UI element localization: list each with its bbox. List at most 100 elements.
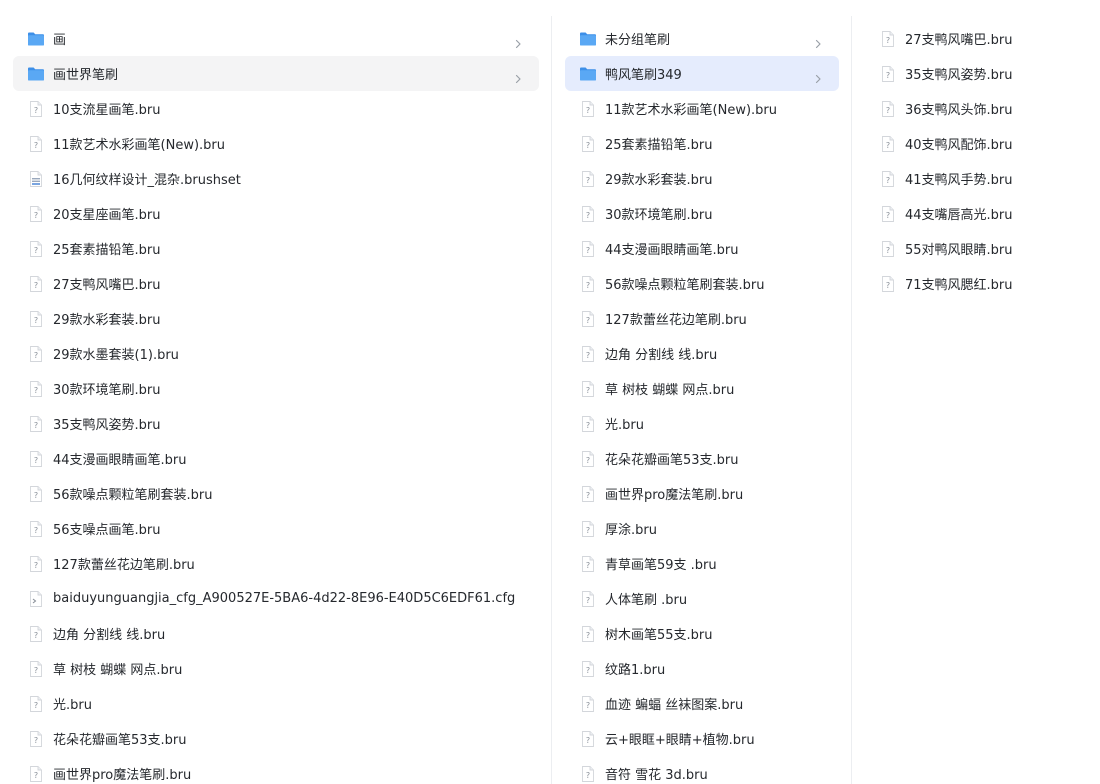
item-label: 纹路1.bru [605, 663, 666, 678]
file-item[interactable]: ? 20支星座画笔.bru [13, 196, 539, 231]
folder-item[interactable]: 未分组笔刷 [565, 21, 839, 56]
item-label: 27支鸭风嘴巴.bru [53, 278, 161, 293]
file-item[interactable]: ? 44支嘴唇高光.bru [865, 196, 1092, 231]
unknown-file-icon: ? [27, 205, 45, 223]
file-item[interactable]: ? 血迹 蝙蝠 丝袜图案.bru [565, 686, 839, 721]
file-item[interactable]: ? 29款水彩套装.bru [565, 161, 839, 196]
svg-text:?: ? [586, 281, 590, 290]
svg-text:?: ? [586, 176, 590, 185]
item-label: 27支鸭风嘴巴.bru [905, 33, 1013, 48]
svg-text:?: ? [586, 771, 590, 780]
file-item[interactable]: ? 40支鸭风配饰.bru [865, 126, 1092, 161]
file-item[interactable]: ? 光.bru [13, 686, 539, 721]
unknown-file-icon: ? [579, 730, 597, 748]
item-label: 画世界pro魔法笔刷.bru [53, 768, 192, 783]
item-label: 花朵花瓣画笔53支.bru [605, 453, 739, 468]
unknown-file-icon: ? [27, 100, 45, 118]
file-item[interactable]: ? 边角 分割线 线.bru [13, 616, 539, 651]
svg-text:?: ? [34, 281, 38, 290]
svg-text:?: ? [586, 456, 590, 465]
unknown-file-icon: ? [879, 30, 897, 48]
file-item[interactable]: ? 56款噪点颗粒笔刷套装.bru [13, 476, 539, 511]
file-item[interactable]: ? 71支鸭风腮红.bru [865, 266, 1092, 301]
unknown-file-icon: ? [579, 415, 597, 433]
unknown-file-icon: ? [27, 555, 45, 573]
file-item[interactable]: ? 35支鸭风姿势.bru [13, 406, 539, 441]
file-item[interactable]: ? 纹路1.bru [565, 651, 839, 686]
unknown-file-icon: ? [27, 275, 45, 293]
file-item[interactable]: ? 35支鸭风姿势.bru [865, 56, 1092, 91]
svg-text:?: ? [586, 561, 590, 570]
file-item[interactable]: ? 127款蕾丝花边笔刷.bru [565, 301, 839, 336]
file-item[interactable]: ? 44支漫画眼睛画笔.bru [565, 231, 839, 266]
file-item[interactable]: ? 25套素描铅笔.bru [13, 231, 539, 266]
column-1[interactable]: 画画世界笔刷? 10支流星画笔.bru? 11款艺术水彩画笔(New).bru 16几… [0, 0, 551, 784]
chevron-right-icon[interactable] [813, 34, 823, 48]
chevron-right-icon[interactable] [513, 34, 523, 48]
item-label: 127款蕾丝花边笔刷.bru [605, 313, 747, 328]
item-label: 41支鸭风手势.bru [905, 173, 1013, 188]
file-item[interactable]: ? 127款蕾丝花边笔刷.bru [13, 546, 539, 581]
file-item[interactable]: ? 41支鸭风手势.bru [865, 161, 1092, 196]
file-item[interactable]: ? 11款艺术水彩画笔(New).bru [565, 91, 839, 126]
file-item[interactable]: ? 厚涂.bru [565, 511, 839, 546]
svg-text:?: ? [886, 106, 890, 115]
unknown-file-icon: ? [27, 380, 45, 398]
file-item[interactable]: ? 44支漫画眼睛画笔.bru [13, 441, 539, 476]
chevron-right-icon[interactable] [513, 69, 523, 83]
file-item[interactable]: ? 花朵花瓣画笔53支.bru [13, 721, 539, 756]
file-item[interactable]: ? 音符 雪花 3d.bru [565, 756, 839, 784]
folder-item[interactable]: 画 [13, 21, 539, 56]
unknown-file-icon: ? [879, 275, 897, 293]
file-item[interactable]: ? 55对鸭风眼睛.bru [865, 231, 1092, 266]
file-item[interactable]: ? 边角 分割线 线.bru [565, 336, 839, 371]
unknown-file-icon: ? [879, 135, 897, 153]
file-item[interactable]: ? 青草画笔59支 .bru [565, 546, 839, 581]
item-label: 光.bru [53, 698, 92, 713]
item-label: 画 [53, 33, 67, 48]
file-item[interactable]: ? 草 树枝 蝴蝶 网点.bru [565, 371, 839, 406]
file-item[interactable]: ? 画世界pro魔法笔刷.bru [565, 476, 839, 511]
folder-item[interactable]: 鸭风笔刷349 [565, 56, 839, 91]
file-item[interactable]: baiduyunguangjia_cfg_A900527E-5BA6-4d22-… [13, 581, 539, 616]
file-item[interactable]: 16几何纹样设计_混杂.brushset [13, 161, 539, 196]
unknown-file-icon: ? [27, 450, 45, 468]
file-item[interactable]: ? 树木画笔55支.bru [565, 616, 839, 651]
file-item[interactable]: ? 29款水彩套装.bru [13, 301, 539, 336]
column-1-list: 画画世界笔刷? 10支流星画笔.bru? 11款艺术水彩画笔(New).bru 16几… [13, 21, 539, 784]
svg-text:?: ? [34, 106, 38, 115]
file-item[interactable]: ? 画世界pro魔法笔刷.bru [13, 756, 539, 784]
unknown-file-icon: ? [579, 205, 597, 223]
svg-text:?: ? [586, 211, 590, 220]
file-item[interactable]: ? 人体笔刷 .bru [565, 581, 839, 616]
file-item[interactable]: ? 56支噪点画笔.bru [13, 511, 539, 546]
file-item[interactable]: ? 56款噪点颗粒笔刷套装.bru [565, 266, 839, 301]
svg-text:?: ? [886, 211, 890, 220]
svg-text:?: ? [586, 491, 590, 500]
chevron-right-icon[interactable] [813, 69, 823, 83]
file-item[interactable]: ? 27支鸭风嘴巴.bru [865, 21, 1092, 56]
file-item[interactable]: ? 27支鸭风嘴巴.bru [13, 266, 539, 301]
item-label: 127款蕾丝花边笔刷.bru [53, 558, 195, 573]
file-item[interactable]: ? 30款环境笔刷.bru [565, 196, 839, 231]
file-item[interactable]: ? 云+眼眶+眼睛+植物.bru [565, 721, 839, 756]
file-item[interactable]: ? 花朵花瓣画笔53支.bru [565, 441, 839, 476]
file-item[interactable]: ? 光.bru [565, 406, 839, 441]
svg-text:?: ? [34, 771, 38, 780]
svg-text:?: ? [586, 141, 590, 150]
file-item[interactable]: ? 25套素描铅笔.bru [565, 126, 839, 161]
file-item[interactable]: ? 30款环境笔刷.bru [13, 371, 539, 406]
unknown-file-icon: ? [27, 695, 45, 713]
column-2[interactable]: 未分组笔刷 鸭风笔刷349? 11款艺术水彩画笔(New).bru? 25套素描铅笔.… [552, 0, 851, 784]
column-3[interactable]: ? 27支鸭风嘴巴.bru ? 35支鸭风姿势.bru? 36支鸭风头饰.bru? 40支… [852, 0, 1100, 784]
svg-text:?: ? [586, 736, 590, 745]
file-item[interactable]: ? 29款水墨套装(1).bru [13, 336, 539, 371]
unknown-file-icon: ? [27, 415, 45, 433]
file-item[interactable]: ? 36支鸭风头饰.bru [865, 91, 1092, 126]
file-item[interactable]: ? 草 树枝 蝴蝶 网点.bru [13, 651, 539, 686]
file-item[interactable]: ? 10支流星画笔.bru [13, 91, 539, 126]
folder-item[interactable]: 画世界笔刷 [13, 56, 539, 91]
item-label: 56款噪点颗粒笔刷套装.bru [605, 278, 765, 293]
file-item[interactable]: ? 11款艺术水彩画笔(New).bru [13, 126, 539, 161]
svg-text:?: ? [34, 631, 38, 640]
